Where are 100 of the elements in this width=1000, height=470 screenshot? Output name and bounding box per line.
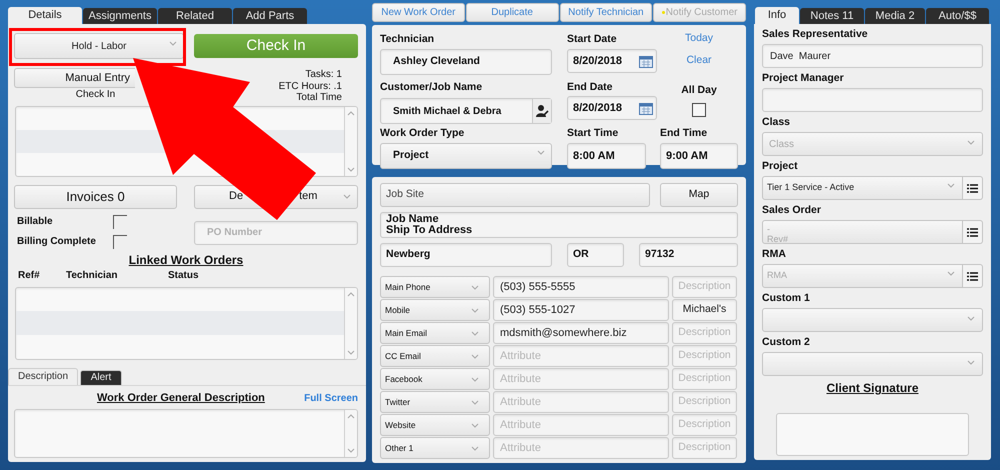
scrollbar[interactable] xyxy=(344,288,357,358)
field-label: Custom 2 xyxy=(762,335,811,349)
checkbox[interactable] xyxy=(692,103,706,117)
input-field[interactable]: (503) 555-5555 xyxy=(493,276,669,298)
text-field[interactable]: 97132 xyxy=(639,243,738,267)
field-label: End Date xyxy=(567,80,614,94)
column-header: Technician xyxy=(66,270,118,282)
section-heading: Work Order General Description xyxy=(97,391,265,406)
section-heading: Linked Work Orders xyxy=(128,252,244,268)
tab[interactable]: Alert xyxy=(80,370,122,384)
chevron-icon xyxy=(967,316,975,321)
invoices-button[interactable]: Invoices 0 xyxy=(14,184,177,208)
checkbox[interactable] xyxy=(113,234,127,248)
dropdown[interactable]: Other 1 xyxy=(380,437,490,459)
full-screen-link[interactable]: Full Screen xyxy=(304,391,358,406)
list-icon xyxy=(967,184,978,192)
chevron-icon xyxy=(471,400,479,405)
checkbox-label: Billing Complete xyxy=(17,235,97,249)
text-field[interactable]: Ashley Cleveland xyxy=(380,49,552,75)
dropdown[interactable]: Website xyxy=(380,414,490,436)
time-field[interactable]: 9:00 AM xyxy=(660,143,738,169)
field-label: End Time xyxy=(660,126,708,140)
chevron-icon xyxy=(967,140,975,145)
tab[interactable]: Info xyxy=(755,7,799,24)
dropdown[interactable]: Facebook xyxy=(380,368,490,390)
info-text: Total Time xyxy=(296,92,342,104)
field-label: Sales Order xyxy=(762,203,822,217)
chevron-icon xyxy=(967,360,975,365)
map-button[interactable]: Map xyxy=(660,183,738,207)
address-field[interactable]: Job Name Ship To Address xyxy=(380,212,738,238)
list-icon xyxy=(967,228,978,236)
dropdown[interactable]: Main Phone xyxy=(380,276,490,298)
chevron-icon xyxy=(947,183,955,188)
column-header: Ref# xyxy=(18,270,41,282)
time-field[interactable]: 8:00 AM xyxy=(567,143,646,169)
tab[interactable]: Assignments xyxy=(83,8,157,24)
info-text: Tasks: 1 xyxy=(305,69,342,80)
dropdown[interactable]: CC Email xyxy=(380,345,490,367)
input-field[interactable]: (503) 555-1027 xyxy=(493,299,669,321)
field-label: Project xyxy=(762,159,799,173)
chevron-icon xyxy=(947,271,955,276)
tab[interactable]: Add Parts xyxy=(233,8,307,24)
tab[interactable]: Notes 11 xyxy=(800,8,864,24)
input-field[interactable]: Michael's xyxy=(672,299,737,321)
date-field[interactable]: 8/20/2018 xyxy=(567,96,657,120)
list-box[interactable] xyxy=(15,286,358,360)
address-book-button[interactable] xyxy=(532,99,551,123)
field-label: Custom 1 xyxy=(762,291,811,305)
text-field[interactable]: Smith Michael & Debra xyxy=(380,98,552,124)
dropdown[interactable] xyxy=(762,352,983,376)
signature-box[interactable] xyxy=(776,413,969,456)
tab[interactable]: Description xyxy=(8,368,78,384)
field-label: All Day xyxy=(681,83,717,97)
manual-entry-button[interactable]: Manual Entry xyxy=(14,68,135,88)
dropdown[interactable]: Tier 1 Service - Active xyxy=(762,176,963,200)
field-label: Work Order Type xyxy=(380,126,466,140)
field-label: RMA xyxy=(762,247,787,261)
chevron-icon xyxy=(471,377,479,382)
chevron-icon xyxy=(343,194,351,198)
tab[interactable]: Details xyxy=(8,7,82,24)
list-button[interactable] xyxy=(963,176,983,200)
list-button[interactable] xyxy=(963,220,983,244)
person-edit-icon xyxy=(535,104,549,118)
list-title: Check In xyxy=(76,89,116,101)
input-field[interactable]: mdsmith@somewhere.biz xyxy=(493,322,669,344)
column-header: Status xyxy=(168,270,199,282)
input-field[interactable]: Job Site xyxy=(380,183,650,207)
list-icon xyxy=(967,272,978,280)
field-label: Customer/Job Name xyxy=(380,80,484,94)
calendar-icon[interactable] xyxy=(639,54,653,68)
text-field[interactable]: OR xyxy=(567,243,624,267)
section-heading: Client Signature xyxy=(826,380,918,396)
text-field[interactable]: Dave Maurer xyxy=(762,44,983,68)
dropdown[interactable]: Hold - Labor xyxy=(14,33,184,59)
field-label: Technician xyxy=(380,32,436,46)
dropdown[interactable]: Twitter xyxy=(380,391,490,413)
scrollbar[interactable] xyxy=(344,106,357,176)
text-area[interactable] xyxy=(14,408,358,458)
chevron-icon xyxy=(537,150,545,155)
dropdown[interactable]: Main Email xyxy=(380,322,490,344)
info-text: ETC Hours: .1 xyxy=(278,80,342,92)
dropdown[interactable]: Mobile xyxy=(380,299,490,321)
tab[interactable]: Auto/$$ xyxy=(926,8,989,24)
date-field[interactable]: 8/20/2018 xyxy=(567,49,657,73)
field-label: Project Manager xyxy=(762,71,845,85)
text-field[interactable]: Newberg xyxy=(380,243,552,267)
chevron-icon xyxy=(169,41,177,46)
field-label: Start Time xyxy=(567,126,620,140)
chevron-icon xyxy=(471,308,479,313)
tab[interactable]: Related xyxy=(158,8,232,24)
checkbox[interactable] xyxy=(113,214,127,228)
chevron-icon xyxy=(471,331,479,336)
scrollbar[interactable] xyxy=(344,410,357,456)
text-field[interactable] xyxy=(762,88,983,112)
chevron-icon xyxy=(471,446,479,451)
tab[interactable]: Media 2 xyxy=(865,8,925,24)
list-button[interactable] xyxy=(963,264,983,288)
dropdown[interactable] xyxy=(762,308,983,332)
dropdown[interactable]: Project xyxy=(380,143,552,169)
calendar-icon[interactable] xyxy=(639,102,653,114)
